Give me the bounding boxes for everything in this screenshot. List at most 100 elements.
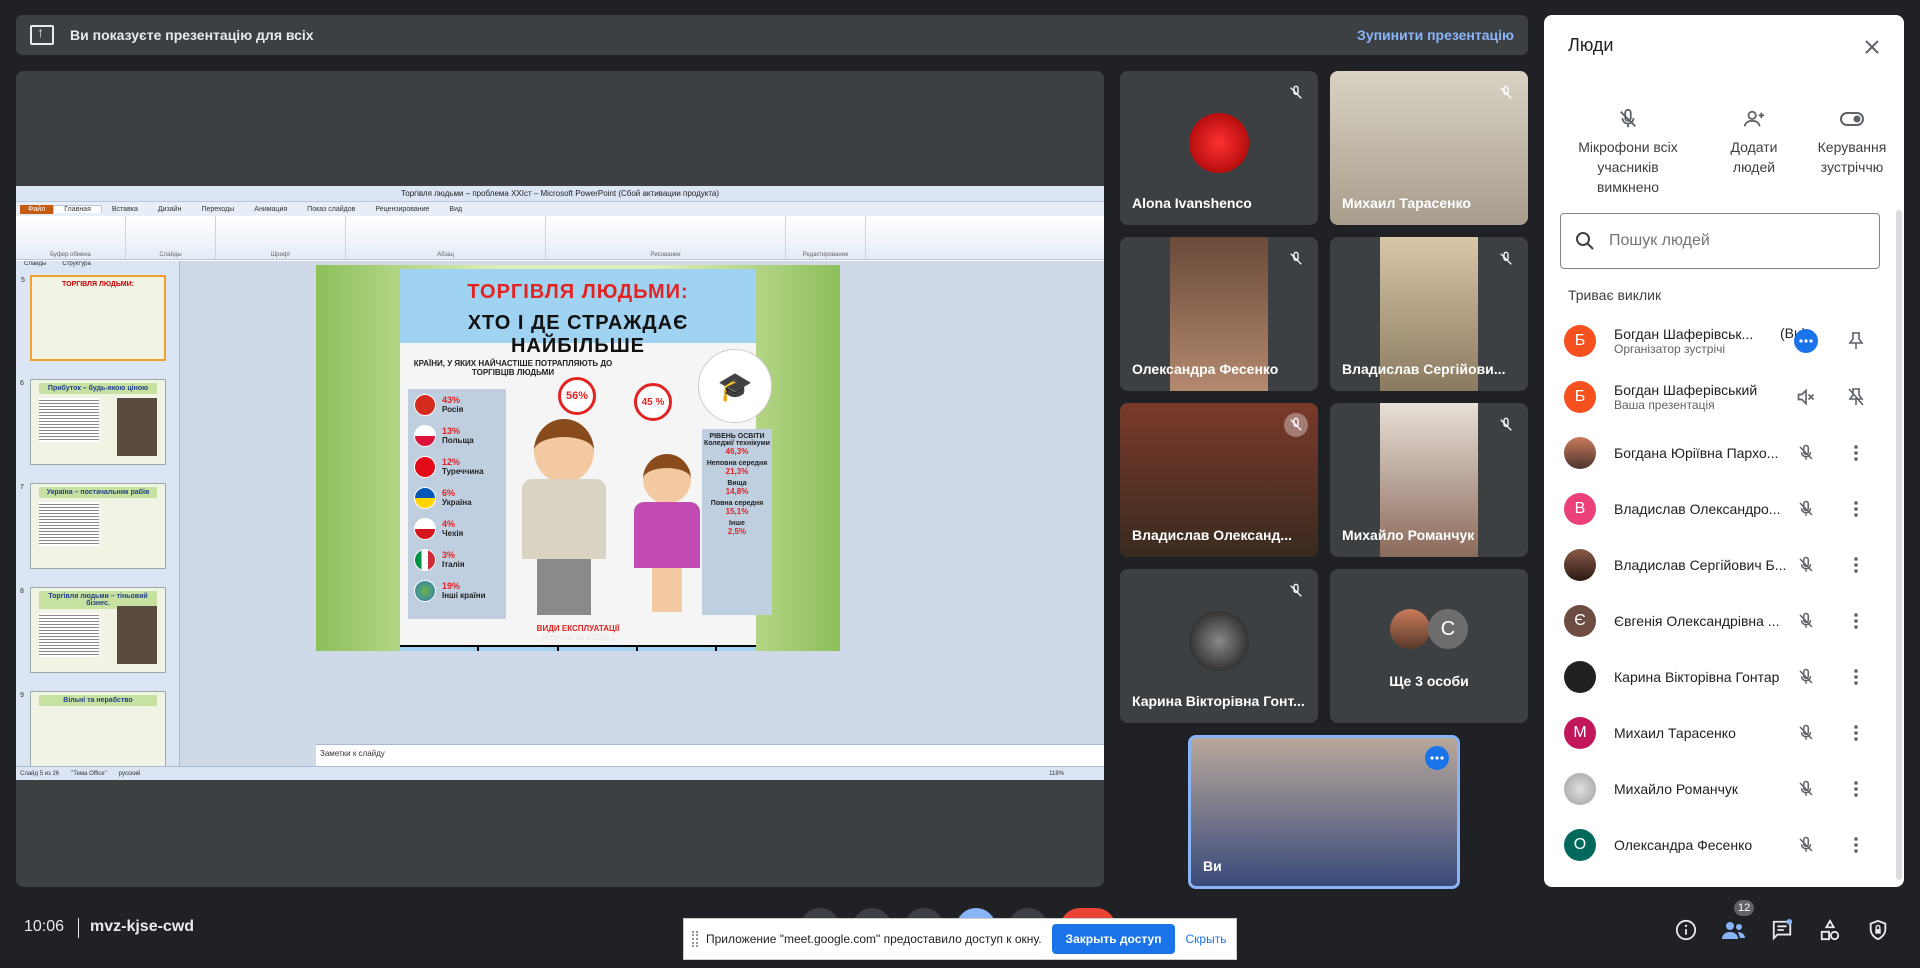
- activities-icon: [1820, 919, 1840, 941]
- more-options-icon[interactable]: [1794, 329, 1818, 353]
- self-name: Ви: [1203, 858, 1222, 874]
- participant-row[interactable]: Є Євгенія Олександрівна ...: [1544, 593, 1904, 649]
- more-vert-icon[interactable]: [1844, 777, 1868, 801]
- drag-handle[interactable]: [692, 931, 698, 947]
- participant-tile[interactable]: Владислав Олександ...: [1120, 403, 1318, 557]
- ppt-tab: Анимация: [254, 205, 288, 213]
- participant-name: Олександра Фесенко: [1614, 837, 1753, 853]
- self-video: [1191, 738, 1457, 886]
- search-input[interactable]: [1609, 232, 1869, 250]
- unpin-icon[interactable]: [1844, 385, 1868, 409]
- slide-thumbnail: 6 Прибуток – будь-якою ціною: [20, 379, 166, 465]
- flag-icon: [414, 517, 436, 540]
- ppt-ribbon-tabs: Файл Главная Вставка Дизайн Переходы Ани…: [16, 202, 1104, 216]
- hide-notification-button[interactable]: Скрыть: [1185, 932, 1226, 946]
- pin-icon[interactable]: [1844, 329, 1868, 353]
- activities-button[interactable]: [1814, 914, 1846, 946]
- edu-title: РІВЕНЬ ОСВІТИ: [709, 433, 765, 440]
- more-options-icon[interactable]: [1425, 746, 1449, 770]
- participant-tile[interactable]: Олександра Фесенко: [1120, 237, 1318, 391]
- ppt-status-bar: Слайд 5 из 26 "Тема Office" русский 118%: [16, 766, 1104, 780]
- country-row: 6% Україна: [408, 482, 506, 513]
- mic-off-icon: [1794, 497, 1818, 521]
- self-tile[interactable]: Ви: [1188, 735, 1460, 889]
- male-percent: 56%: [558, 377, 596, 415]
- more-vert-icon[interactable]: [1844, 609, 1868, 633]
- more-vert-icon[interactable]: [1844, 665, 1868, 689]
- flag-icon: [414, 393, 436, 416]
- country-row: 12% Туреччина: [408, 451, 506, 482]
- more-vert-icon[interactable]: [1844, 553, 1868, 577]
- stop-sharing-button[interactable]: Закрыть доступ: [1051, 924, 1176, 954]
- mute-all-button[interactable]: Мікрофони всіх учасників вимкнено: [1568, 103, 1688, 197]
- participant-name: Михайло Романчук: [1342, 527, 1475, 543]
- mic-off-icon: [1494, 413, 1518, 437]
- participant-row[interactable]: Михайло Романчук: [1544, 761, 1904, 817]
- present-screen-icon: [30, 24, 54, 45]
- meeting-controls-button[interactable]: Керування зустріччю: [1806, 103, 1898, 177]
- participant-name: Михаил Тарасенко: [1342, 195, 1471, 211]
- mic-off-icon: [1794, 665, 1818, 689]
- more-vert-icon[interactable]: [1844, 497, 1868, 521]
- close-panel-button[interactable]: [1858, 33, 1886, 61]
- participant-row[interactable]: В Владислав Олександро...: [1544, 481, 1904, 537]
- host-controls-button[interactable]: [1862, 914, 1894, 946]
- flag-icon: [414, 455, 436, 478]
- participant-tile[interactable]: Карина Вікторівна Гонт...: [1120, 569, 1318, 723]
- participant-tile[interactable]: Alona Ivanshenco: [1120, 71, 1318, 225]
- participant-tile[interactable]: Владислав Сергійови...: [1330, 237, 1528, 391]
- more-vert-icon[interactable]: [1844, 441, 1868, 465]
- people-button[interactable]: [1718, 914, 1750, 946]
- slide-thumbnail: 7 Україна – постачальник рабів: [20, 483, 166, 569]
- divider: [78, 918, 79, 938]
- ppt-tab: Вид: [449, 205, 463, 213]
- audio-off-icon[interactable]: [1794, 385, 1818, 409]
- country-row: 13% Польща: [408, 420, 506, 451]
- slide-title: ТОРГІВЛЯ ЛЮДЬМИ:: [467, 281, 689, 303]
- chat-button[interactable]: [1766, 914, 1798, 946]
- meeting-time: 10:06: [24, 918, 65, 935]
- action-label: Додати людей: [1730, 139, 1778, 175]
- ppt-tab: Рецензирование: [375, 205, 430, 213]
- slide-thumbnail: 9 Вільні та нерабство: [20, 691, 166, 766]
- search-icon: [1576, 232, 1594, 250]
- panel-scrollbar[interactable]: [1896, 210, 1902, 880]
- mic-off-icon: [1794, 553, 1818, 577]
- participant-row[interactable]: Б Богдан Шаферівськ... Організатор зустрі…: [1544, 313, 1904, 369]
- ppt-slide-thumbnails: Слайды Структура 5 ТОРГІВЛЯ ЛЮДЬМИ: 6 Пр…: [16, 261, 180, 766]
- search-people[interactable]: [1560, 213, 1880, 269]
- more-participants-tile[interactable]: С Ще 3 особи: [1330, 569, 1528, 723]
- add-people-button[interactable]: Додати людей: [1712, 103, 1796, 177]
- flag-icon: [414, 486, 436, 509]
- current-slide: ТОРГІВЛЯ ЛЮДЬМИ: ХТО І ДЕ СТРАЖДАЄ НАЙБІ…: [316, 265, 840, 651]
- participant-name: Богдан Шаферівський: [1614, 382, 1758, 398]
- participant-row[interactable]: Карина Вікторівна Гонтар: [1544, 649, 1904, 705]
- participant-tile[interactable]: Михайло Романчук: [1330, 403, 1528, 557]
- person-add-icon: [1712, 103, 1796, 135]
- shield-lock-icon: [1869, 919, 1887, 941]
- countries-title: КРАЇНИ, У ЯКИХ НАЙЧАСТІШЕ ПОТРАПЛЯЮТЬ ДО…: [413, 359, 613, 377]
- participant-name: Євгенія Олександрівна ...: [1614, 613, 1780, 629]
- info-icon: [1675, 919, 1697, 941]
- mic-off-icon: [1794, 833, 1818, 857]
- close-icon: [1865, 40, 1879, 54]
- mic-off-icon: [1284, 579, 1308, 603]
- participant-tile[interactable]: Михаил Тарасенко: [1330, 71, 1528, 225]
- meeting-details-button[interactable]: [1670, 914, 1702, 946]
- woman-illustration: [632, 454, 702, 619]
- participant-row[interactable]: О Олександра Фесенко: [1544, 817, 1904, 873]
- more-vert-icon[interactable]: [1844, 721, 1868, 745]
- stop-presenting-button[interactable]: Зупинити презентацію: [1357, 27, 1514, 43]
- participant-row[interactable]: Богдана Юріївна Пархо...: [1544, 425, 1904, 481]
- ppt-thumb-tabs: Слайды Структура: [16, 261, 179, 271]
- participant-row[interactable]: М Михаил Тарасенко: [1544, 705, 1904, 761]
- ppt-body: Слайды Структура 5 ТОРГІВЛЯ ЛЮДЬМИ: 6 Пр…: [16, 261, 1104, 766]
- participant-row[interactable]: Владислав Сергійович Б...: [1544, 537, 1904, 593]
- meeting-code: mvz-kjse-cwd: [90, 918, 195, 935]
- ppt-ribbon-group: Рисование: [546, 216, 786, 259]
- participant-row[interactable]: Б Богдан Шаферівський Ваша презентація: [1544, 369, 1904, 425]
- more-vert-icon[interactable]: [1844, 833, 1868, 857]
- avatar: [1564, 773, 1596, 805]
- participant-name: Карина Вікторівна Гонтар: [1614, 669, 1780, 685]
- mic-off-icon: [1794, 777, 1818, 801]
